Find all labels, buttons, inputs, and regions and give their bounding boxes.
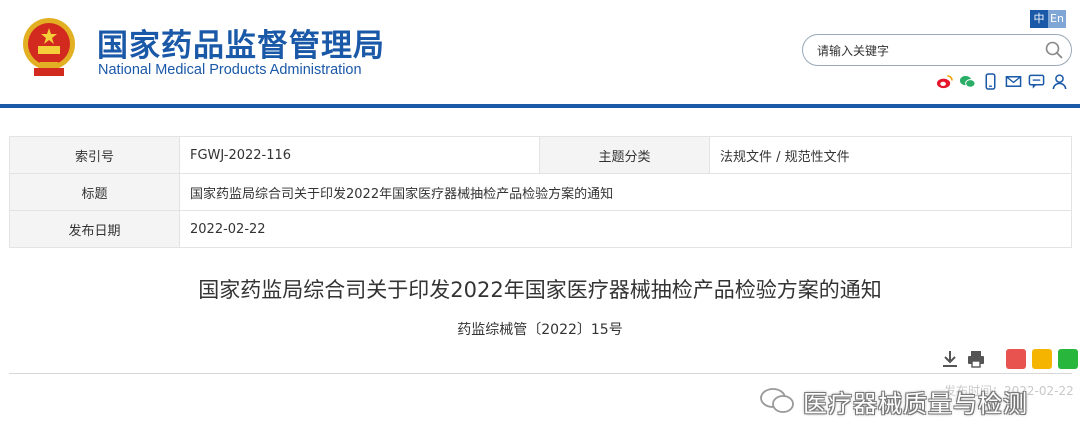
date-value: 2022-02-22 — [179, 210, 1072, 248]
article-title: 国家药监局综合司关于印发2022年国家医疗器械抽检产品检验方案的通知 — [198, 278, 882, 302]
mail-icon[interactable] — [1005, 73, 1022, 90]
site-title[interactable]: 国家药品监督管理局 — [97, 20, 385, 65]
search-icon[interactable] — [1045, 41, 1063, 59]
lang-zh-button[interactable]: 中 — [1030, 10, 1048, 28]
lang-en-button[interactable]: En — [1048, 10, 1066, 28]
user-icon[interactable] — [1051, 73, 1068, 90]
wechat-watermark-icon — [760, 388, 794, 413]
emblem-icon[interactable] — [20, 16, 78, 78]
weibo-share-icon[interactable] — [1006, 349, 1026, 369]
document-number: 药监综械管〔2022〕15号 — [457, 322, 623, 338]
download-icon[interactable] — [940, 349, 960, 369]
weibo-icon[interactable] — [936, 73, 953, 90]
header-divider — [0, 104, 1080, 108]
document-info-table: 索引号 FGWJ-2022-116 主题分类 法规文件 / 规范性文件 标题 国… — [9, 136, 1072, 248]
language-switch: 中 En — [1030, 10, 1066, 28]
wechat-share-icon[interactable] — [1058, 349, 1078, 369]
site-header: 国家药品监督管理局 National Medical Products Admi… — [0, 0, 1080, 104]
table-row: 发布日期 2022-02-22 — [9, 210, 1072, 248]
category-value: 法规文件 / 规范性文件 — [709, 136, 1072, 174]
social-icons — [936, 73, 1068, 91]
article-tools — [940, 348, 1078, 370]
watermark-text: 医疗器械质量与检测 — [803, 389, 1028, 418]
title-value: 国家药监局综合司关于印发2022年国家医疗器械抽检产品检验方案的通知 — [179, 173, 1072, 211]
search-box — [802, 34, 1072, 66]
title-label: 标题 — [9, 173, 180, 211]
wechat-icon[interactable] — [959, 73, 976, 90]
search-input[interactable] — [817, 41, 1037, 61]
table-row: 标题 国家药监局综合司关于印发2022年国家医疗器械抽检产品检验方案的通知 — [9, 173, 1072, 211]
category-label: 主题分类 — [539, 136, 710, 174]
mobile-icon[interactable] — [982, 73, 999, 90]
print-icon[interactable] — [966, 349, 986, 369]
index-value: FGWJ-2022-116 — [179, 136, 540, 174]
watermark-brand: 医疗器械质量与检测 — [759, 386, 1028, 418]
message-icon[interactable] — [1028, 73, 1045, 90]
date-label: 发布日期 — [9, 210, 180, 248]
article-divider — [9, 373, 1072, 374]
qzone-share-icon[interactable] — [1032, 349, 1052, 369]
index-label: 索引号 — [9, 136, 180, 174]
table-row: 索引号 FGWJ-2022-116 主题分类 法规文件 / 规范性文件 — [9, 136, 1072, 174]
site-subtitle: National Medical Products Administration — [98, 62, 362, 78]
